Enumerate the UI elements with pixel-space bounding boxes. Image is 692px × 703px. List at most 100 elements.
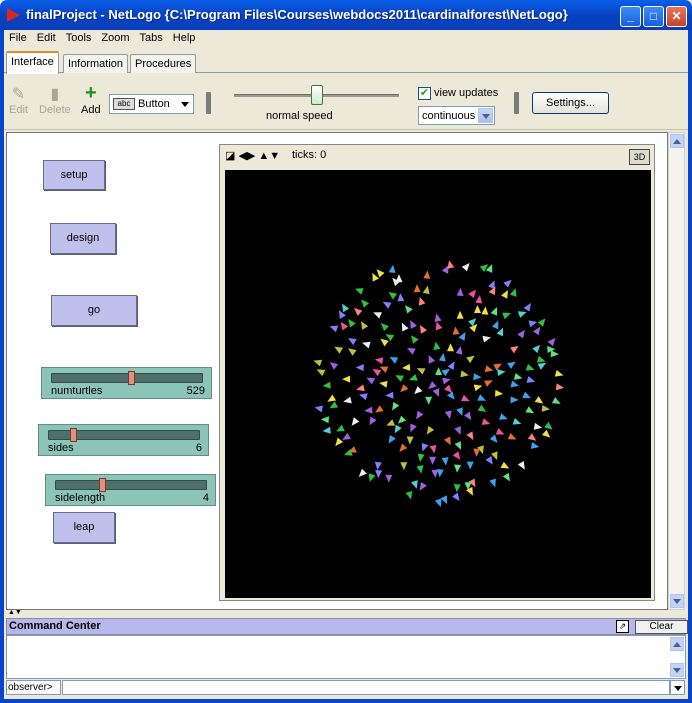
turtle (460, 370, 469, 378)
clear-button[interactable]: Clear (635, 620, 688, 634)
turtle (397, 293, 405, 302)
delete-label: Delete (39, 104, 71, 116)
speed-slider-thumb[interactable] (311, 85, 323, 105)
turtle (442, 377, 451, 385)
setup-button[interactable]: setup (43, 160, 105, 190)
menu-tools[interactable]: Tools (61, 30, 97, 44)
update-mode-select[interactable]: continuous (418, 106, 495, 125)
settings-button[interactable]: Settings... (532, 92, 609, 114)
slider-numturtles[interactable]: numturtles 529 (41, 367, 212, 399)
turtle (497, 369, 506, 377)
minimize-button[interactable]: _ (620, 6, 641, 27)
turtle (373, 312, 382, 319)
turtle-pattern (313, 260, 565, 508)
turtle (452, 451, 461, 460)
splitter-arrows-icon[interactable]: ▲▼ (8, 609, 22, 616)
turtle (493, 363, 502, 371)
design-button[interactable]: design (50, 223, 116, 254)
scroll-up-icon[interactable] (670, 134, 684, 148)
command-center-header: Command Center ⇗ Clear (6, 618, 688, 635)
view-controls-icon[interactable]: ◪ ◀▶ ▲▼ (225, 149, 280, 162)
view-updates-checkbox[interactable]: ✔ (418, 87, 431, 100)
slider-thumb[interactable] (69, 428, 77, 442)
widget-type-select[interactable]: abc Button (109, 94, 194, 114)
slider-sides[interactable]: sides 6 (38, 424, 209, 456)
delete-button[interactable]: ▮ Delete (39, 84, 71, 116)
tab-procedures[interactable]: Procedures (130, 54, 197, 73)
scroll-down-icon[interactable] (670, 594, 684, 608)
turtle (313, 359, 323, 367)
leap-button[interactable]: leap (53, 512, 115, 543)
turtle (517, 329, 525, 339)
turtle (507, 361, 516, 369)
turtle (509, 288, 517, 297)
tab-bar: Interface Information Procedures (4, 51, 688, 74)
interface-scrollbar[interactable] (668, 132, 685, 610)
turtle (454, 441, 462, 450)
turtle (394, 424, 402, 434)
widget-type-value: Button (138, 98, 170, 110)
slider-sidelength[interactable]: sidelength 4 (45, 474, 216, 506)
turtle (431, 469, 439, 478)
slider-track[interactable] (55, 480, 207, 490)
turtle (443, 436, 451, 446)
turtle (414, 386, 423, 395)
tab-interface[interactable]: Interface (6, 51, 59, 74)
turtle (407, 347, 416, 355)
turtle (441, 457, 449, 466)
chevron-down-icon[interactable] (670, 680, 685, 695)
add-label: Add (81, 104, 101, 116)
menu-zoom[interactable]: Zoom (96, 30, 134, 44)
turtle (507, 432, 517, 440)
turtle (406, 436, 414, 445)
turtle (419, 481, 427, 491)
turtle (388, 434, 396, 444)
world-canvas[interactable] (225, 170, 651, 598)
close-button[interactable]: ✕ (666, 6, 687, 27)
turtle (410, 423, 417, 433)
scroll-down-icon[interactable] (670, 663, 684, 677)
pane-splitter[interactable]: ▲▼ (4, 609, 688, 618)
tab-information[interactable]: Information (63, 54, 129, 73)
slider-thumb[interactable] (98, 478, 106, 492)
turtle (522, 391, 531, 399)
menu-edit[interactable]: Edit (32, 30, 61, 44)
menu-file[interactable]: File (4, 30, 32, 44)
three-d-button[interactable]: 3D (629, 149, 650, 165)
slider-name: sides (48, 442, 74, 454)
turtle (372, 272, 379, 282)
turtle (527, 433, 537, 441)
menu-help[interactable]: Help (168, 30, 201, 44)
add-button[interactable]: + Add (81, 83, 101, 116)
title-bar[interactable]: finalProject - NetLogo {C:\Program Files… (0, 0, 692, 30)
turtle (416, 410, 424, 420)
turtle (456, 287, 464, 296)
turtle (453, 484, 461, 493)
go-button[interactable]: go (51, 295, 137, 326)
slider-thumb[interactable] (127, 371, 135, 385)
turtle (474, 305, 481, 313)
command-input[interactable] (62, 680, 670, 695)
agent-selector[interactable]: observer> (6, 680, 61, 695)
turtle (466, 461, 474, 470)
world-view: ◪ ◀▶ ▲▼ ticks: 0 3D (219, 144, 655, 601)
edit-button[interactable]: ✎ Edit (9, 84, 28, 116)
turtle (525, 363, 535, 371)
turtle (485, 456, 493, 465)
turtle (316, 369, 326, 377)
turtle (397, 415, 407, 424)
turtle (532, 344, 541, 354)
turtle (329, 362, 339, 370)
turtle (405, 490, 413, 500)
turtle (513, 373, 523, 380)
turtle (499, 413, 508, 420)
window-frame-right (688, 30, 692, 703)
chevron-down-icon[interactable] (478, 108, 493, 123)
scroll-up-icon[interactable] (670, 637, 684, 651)
turtle (368, 473, 376, 483)
maximize-button[interactable]: □ (643, 6, 664, 27)
menu-tabs[interactable]: Tabs (135, 30, 168, 44)
expand-icon[interactable]: ⇗ (616, 620, 629, 633)
button-widget-icon: abc (113, 98, 135, 110)
turtle (395, 375, 404, 382)
